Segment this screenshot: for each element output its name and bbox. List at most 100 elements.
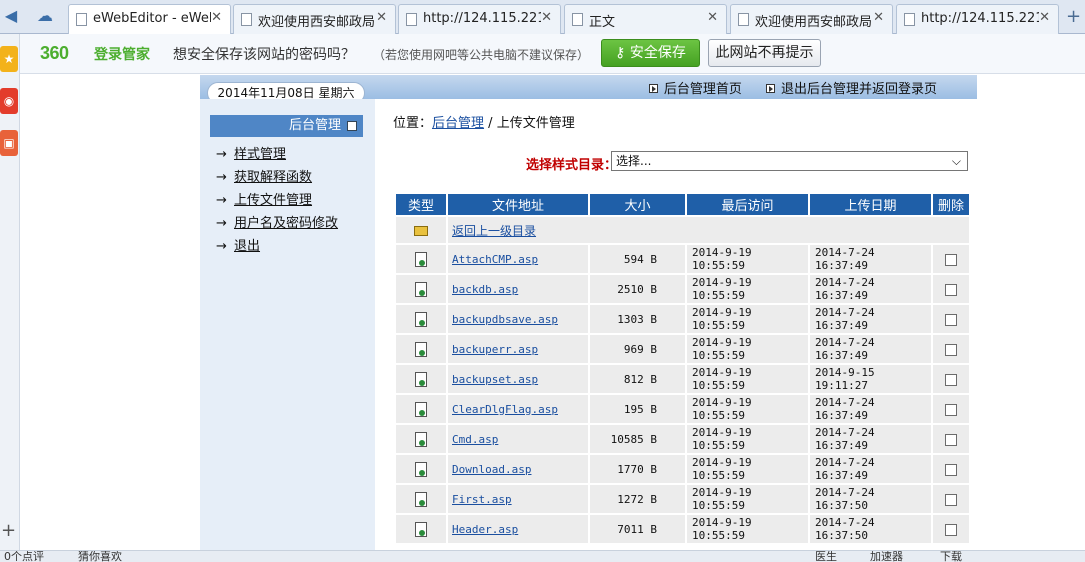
tab-title: 欢迎使用西安邮政局 bbox=[258, 15, 376, 30]
secure-save-button[interactable]: ⚷ 安全保存 bbox=[601, 39, 700, 67]
breadcrumb-admin-link[interactable]: 后台管理 bbox=[432, 116, 484, 131]
close-icon[interactable]: ✕ bbox=[211, 10, 222, 25]
admin-sidebar: 后台管理 → 样式管理 → 获取解释函数 → 上传文件管理 → 用户名及密码修改 → 退出 bbox=[200, 99, 375, 550]
tab-ewebeditor[interactable]: eWebEditor - eWebEditor ✕ bbox=[68, 4, 231, 35]
last-access: 2014-9-19 10:55:59 bbox=[685, 453, 810, 485]
table-row: Cmd.asp 10585 B 2014-9-19 10:55:59 2014-7-2… bbox=[394, 423, 971, 455]
sidebar-item-upload-files[interactable]: → 上传文件管理 bbox=[216, 189, 338, 212]
public-pc-hint: （若您使用网吧等公共电脑不建议保存） bbox=[373, 48, 590, 62]
app-icon[interactable]: ▣ bbox=[0, 130, 18, 156]
tab-xian-post-1[interactable]: 欢迎使用西安邮政局 ✕ bbox=[233, 4, 396, 34]
last-access: 2014-9-19 10:55:59 bbox=[685, 303, 810, 335]
close-icon[interactable]: ✕ bbox=[873, 10, 884, 25]
delete-checkbox[interactable] bbox=[945, 313, 957, 326]
last-access: 2014-9-19 10:55:59 bbox=[685, 333, 810, 365]
collapse-icon[interactable] bbox=[347, 121, 357, 131]
tab-ip-2[interactable]: http://124.115.221.7 ✕ bbox=[896, 4, 1059, 34]
delete-checkbox[interactable] bbox=[945, 433, 957, 446]
top-links: 后台管理首页 退出后台管理并返回登录页 bbox=[629, 78, 937, 97]
arrow-box-icon bbox=[765, 84, 775, 93]
breadcrumb-current: 上传文件管理 bbox=[496, 116, 575, 131]
upload-date: 2014-7-24 16:37:50 bbox=[808, 483, 933, 515]
comments-status[interactable]: 0个点评 bbox=[4, 551, 44, 562]
asp-file-icon bbox=[415, 281, 427, 297]
tab-title: eWebEditor - eWebEditor bbox=[93, 11, 211, 26]
tab-zhengwen[interactable]: 正文 ✕ bbox=[564, 4, 727, 34]
upload-date: 2014-7-24 16:37:49 bbox=[808, 243, 933, 275]
last-access: 2014-9-19 10:55:59 bbox=[685, 393, 810, 425]
file-size: 1272 B bbox=[588, 483, 687, 515]
sidebar-item-logout[interactable]: → 退出 bbox=[216, 235, 338, 258]
logout-return-link[interactable]: 退出后台管理并返回登录页 bbox=[765, 82, 937, 97]
sidebar-item-get-functions[interactable]: → 获取解释函数 bbox=[216, 166, 338, 189]
asp-file-icon bbox=[415, 371, 427, 387]
asp-file-icon bbox=[415, 251, 427, 267]
file-link[interactable]: AttachCMP.asp bbox=[448, 253, 538, 266]
admin-top-strip: 2014年11月08日 星期六 后台管理首页 退出后台管理并返回登录页 bbox=[200, 75, 977, 104]
back-icon[interactable]: ◀ bbox=[0, 5, 22, 27]
browser-tab-bar: ◀ ☁ eWebEditor - eWebEditor ✕ 欢迎使用西安邮政局 … bbox=[0, 0, 1085, 35]
file-size: 7011 B bbox=[588, 513, 687, 545]
add-icon[interactable]: + bbox=[1, 520, 16, 541]
weibo-icon[interactable]: ◉ bbox=[0, 88, 18, 114]
close-icon[interactable]: ✕ bbox=[707, 10, 718, 25]
file-size: 10585 B bbox=[588, 423, 687, 455]
doctor-button[interactable]: 医生 bbox=[815, 551, 837, 562]
file-link[interactable]: backuperr.asp bbox=[448, 343, 538, 356]
sidebar-item-style-management[interactable]: → 样式管理 bbox=[216, 143, 338, 166]
accelerator-button[interactable]: 加速器 bbox=[870, 551, 903, 562]
sidebar-item-change-credentials[interactable]: → 用户名及密码修改 bbox=[216, 212, 338, 235]
last-access: 2014-9-19 10:55:59 bbox=[685, 423, 810, 455]
save-label: 安全保存 bbox=[629, 45, 686, 61]
file-link[interactable]: Download.asp bbox=[448, 463, 531, 476]
file-link[interactable]: Cmd.asp bbox=[448, 433, 498, 446]
main-content: 位置：后台管理 / 上传文件管理 选择样式目录： 选择... ⌵ 类型 文件地址… bbox=[375, 99, 977, 550]
tab-xian-post-2[interactable]: 欢迎使用西安邮政局 ✕ bbox=[730, 4, 893, 34]
file-link[interactable]: First.asp bbox=[448, 493, 512, 506]
table-row: Header.asp 7011 B 2014-9-19 10:55:59 2014-7… bbox=[394, 513, 971, 545]
tab-ip-1[interactable]: http://124.115.221.7 ✕ bbox=[398, 4, 561, 34]
table-row: backupdbsave.asp 1303 B 2014-9-19 10:55:59… bbox=[394, 303, 971, 335]
cloud-icon[interactable]: ☁ bbox=[34, 5, 56, 27]
col-type: 类型 bbox=[394, 192, 448, 217]
chevron-down-icon: ⌵ bbox=[951, 154, 961, 168]
close-icon[interactable]: ✕ bbox=[376, 10, 387, 25]
browser-side-toolbar: ★ ◉ ▣ + bbox=[0, 34, 20, 550]
key-icon: ⚷ bbox=[615, 45, 630, 61]
table-row: backupset.asp 812 B 2014-9-19 10:55:59 2014… bbox=[394, 363, 971, 395]
parent-dir-link[interactable]: 返回上一级目录 bbox=[448, 224, 536, 238]
delete-checkbox[interactable] bbox=[945, 253, 957, 266]
recommend-status[interactable]: 猜你喜欢 bbox=[78, 551, 122, 562]
page-icon bbox=[738, 13, 749, 26]
file-link[interactable]: Header.asp bbox=[448, 523, 518, 536]
close-icon[interactable]: ✕ bbox=[1039, 10, 1050, 25]
upload-date: 2014-7-24 16:37:49 bbox=[808, 423, 933, 455]
table-row: backuperr.asp 969 B 2014-9-19 10:55:59 2014… bbox=[394, 333, 971, 365]
style-dir-label: 选择样式目录： bbox=[526, 158, 618, 173]
close-icon[interactable]: ✕ bbox=[541, 10, 552, 25]
table-row: AttachCMP.asp 594 B 2014-9-19 10:55:59 2014… bbox=[394, 243, 971, 275]
status-bar: 0个点评 猜你喜欢 医生 加速器 下载 bbox=[0, 550, 1085, 562]
delete-checkbox[interactable] bbox=[945, 463, 957, 476]
style-dir-select[interactable]: 选择... ⌵ bbox=[611, 151, 968, 171]
delete-checkbox[interactable] bbox=[945, 283, 957, 296]
table-row: First.asp 1272 B 2014-9-19 10:55:59 2014-7-… bbox=[394, 483, 971, 515]
page-icon bbox=[406, 13, 417, 26]
delete-checkbox[interactable] bbox=[945, 493, 957, 506]
never-prompt-button[interactable]: 此网站不再提示 bbox=[708, 39, 821, 67]
delete-checkbox[interactable] bbox=[945, 373, 957, 386]
asp-file-icon bbox=[415, 521, 427, 537]
delete-checkbox[interactable] bbox=[945, 523, 957, 536]
delete-checkbox[interactable] bbox=[945, 343, 957, 356]
delete-checkbox[interactable] bbox=[945, 403, 957, 416]
download-button[interactable]: 下载 bbox=[940, 551, 962, 562]
file-link[interactable]: backupdbsave.asp bbox=[448, 313, 558, 326]
file-link[interactable]: backupset.asp bbox=[448, 373, 538, 386]
admin-home-link[interactable]: 后台管理首页 bbox=[648, 82, 742, 97]
file-link[interactable]: ClearDlgFlag.asp bbox=[448, 403, 558, 416]
file-size: 969 B bbox=[588, 333, 687, 365]
file-link[interactable]: backdb.asp bbox=[448, 283, 518, 296]
table-row: backdb.asp 2510 B 2014-9-19 10:55:59 2014-7… bbox=[394, 273, 971, 305]
favorites-star-icon[interactable]: ★ bbox=[0, 46, 18, 72]
new-tab-button[interactable]: + bbox=[1066, 6, 1081, 27]
